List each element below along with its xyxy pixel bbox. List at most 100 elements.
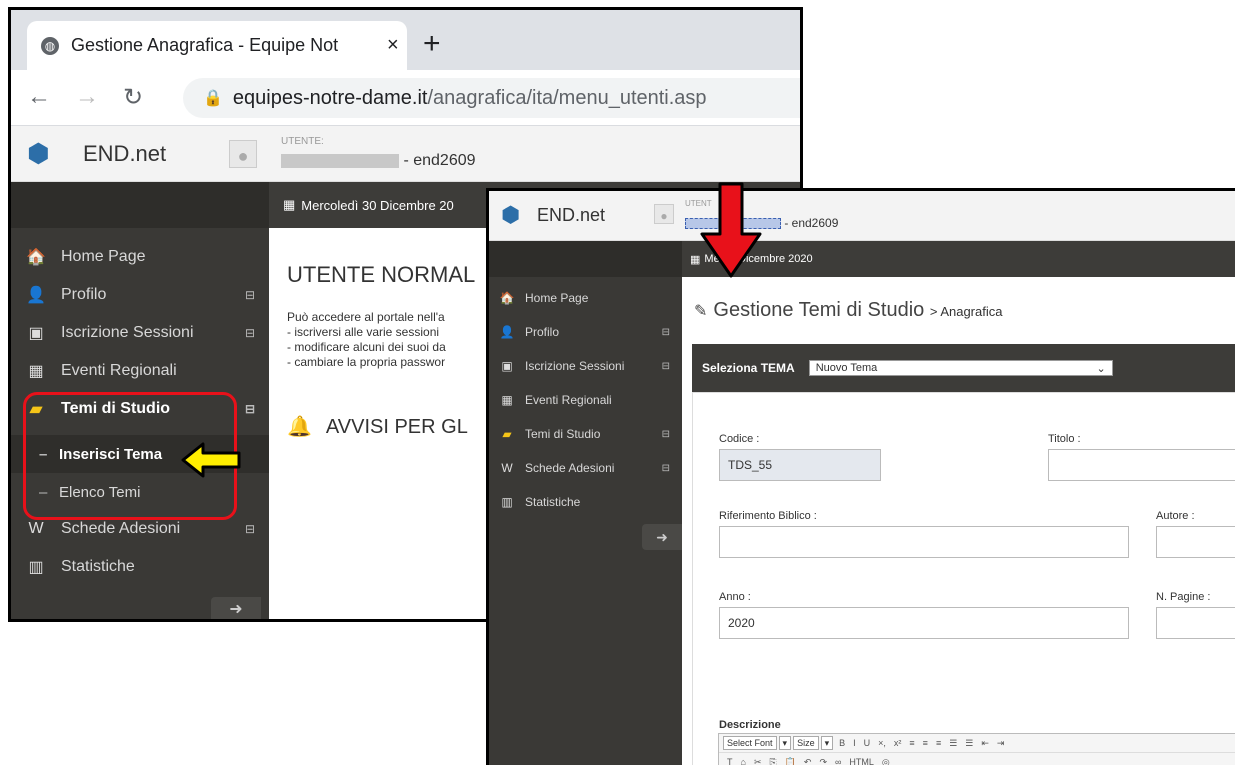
toolbar-button[interactable]: ☰ <box>965 738 973 748</box>
toolbar-row-1: Select Font ▾ Size ▾ B I U ×, x² ≡ ≡ ≡ ☰ ☰ ⇤ ⇥ <box>719 734 1235 753</box>
back-icon[interactable]: ← <box>27 83 51 111</box>
reload-icon[interactable]: ↻ <box>123 83 143 112</box>
toolbar-button[interactable]: ◎ <box>882 757 890 765</box>
word-doc-icon: W <box>28 520 44 537</box>
anno-field[interactable]: 2020 <box>719 607 1129 639</box>
info-paragraph: Può accedere al portale nell'a - iscriver… <box>287 310 446 369</box>
titolo-label: Titolo : <box>1048 433 1081 445</box>
url-text: equipes-notre-dame.it/anagrafica/ita/men… <box>232 86 707 109</box>
expand-icon: ⊟ <box>661 428 670 440</box>
sidebar-item-home-page[interactable]: 🏠 Home Page <box>11 238 269 276</box>
toolbar-button[interactable]: 📋 <box>785 757 796 765</box>
toolbar-button[interactable]: T <box>727 757 733 765</box>
sidebar-item-statistiche[interactable]: ▥ Statistiche <box>489 485 682 519</box>
calendar-icon: ▦ <box>690 253 701 266</box>
calendar-icon: ▦ <box>501 393 513 407</box>
sidebar-item-profilo[interactable]: 👤 Profilo ⊟ <box>489 315 682 349</box>
toolbar-button[interactable]: ⌂ <box>741 757 746 765</box>
sidebar-top <box>11 182 269 228</box>
chevron-down-icon: ⌄ <box>1096 362 1106 375</box>
sidebar-item-eventi-regionali[interactable]: ▦ Eventi Regionali <box>11 352 269 390</box>
toolbar-button[interactable]: ≡ <box>909 738 914 748</box>
toolbar-button[interactable]: ⇤ <box>981 738 989 748</box>
new-tab-button[interactable]: + <box>423 27 441 61</box>
toolbar-button[interactable]: ⎘ <box>769 757 776 765</box>
sidebar-item-profilo[interactable]: 👤 Profilo ⊟ <box>11 276 269 314</box>
toolbar-button[interactable]: B <box>839 738 845 748</box>
autore-field[interactable] <box>1156 526 1235 558</box>
page-heading: UTENTE NORMAL <box>287 262 476 287</box>
chart-icon: ▥ <box>501 495 513 509</box>
toolbar-button[interactable]: ∞ <box>835 757 841 765</box>
expand-icon: ⊟ <box>661 326 670 338</box>
chart-icon: ▥ <box>28 559 44 576</box>
toolbar-button[interactable]: ⇥ <box>997 738 1005 748</box>
toolbar-button[interactable]: ☰ <box>949 738 957 748</box>
globe-icon: ◍ <box>41 36 59 55</box>
brand-name: END.net <box>537 205 606 225</box>
toolbar-button[interactable]: ≡ <box>923 738 928 748</box>
user-name: - end2609 <box>281 152 476 170</box>
collapse-sidebar-icon[interactable]: ➜ <box>211 597 261 619</box>
brand-name: END.net <box>83 141 167 166</box>
bell-icon: 🔔 <box>287 416 312 438</box>
main-content: ▦ Me 30 Dicembre 2020 ✎ Gestione Temi di S… <box>682 241 1235 765</box>
user-label: UTENTE: <box>281 136 324 147</box>
toolbar-button[interactable]: ×, <box>878 738 886 748</box>
red-arrow-icon <box>700 182 762 278</box>
sidebar-item-eventi-regionali[interactable]: ▦ Eventi Regionali <box>489 383 682 417</box>
browser-tab[interactable]: ◍ Gestione Anagrafica - Equipe Not × <box>27 21 407 70</box>
url-input[interactable]: 🔒 equipes-notre-dame.it/anagrafica/ita/m… <box>183 78 800 118</box>
forward-icon[interactable]: → <box>75 83 99 111</box>
anno-label: Anno : <box>719 591 751 603</box>
expand-icon: ⊟ <box>244 522 255 536</box>
app-header: ⬢ END.net ● UTENT - end2609 <box>489 191 1235 241</box>
address-bar-row: ← → ↻ 🔒 equipes-notre-dame.it/anagrafica… <box>11 70 800 126</box>
theme-form: Codice : TDS_55 Titolo : Riferimento Bib… <box>692 392 1235 765</box>
toolbar-button[interactable]: U <box>864 738 871 748</box>
tab-title: Gestione Anagrafica - Equipe Not <box>71 35 339 55</box>
font-select-chevron-icon[interactable]: ▾ <box>778 736 792 750</box>
sidebar-item-home-page[interactable]: 🏠 Home Page <box>489 281 682 315</box>
sidebar-item-iscrizione-sessioni[interactable]: ▣ Iscrizione Sessioni ⊟ <box>489 349 682 383</box>
codice-field[interactable]: TDS_55 <box>719 449 881 481</box>
toolbar-button[interactable]: ✂ <box>754 757 762 765</box>
calendar-icon: ▦ <box>283 197 296 212</box>
edit-buttons: T ⌂ ✂ ⎘ 📋 ↶ ↷ ∞ HTML ◎ <box>723 757 894 765</box>
app-window-front: ⬢ END.net ● UTENT - end2609 🏠 Home Page 👤 P… <box>486 188 1235 765</box>
collapse-sidebar-icon[interactable]: ➜ <box>642 524 682 550</box>
descrizione-label: Descrizione <box>719 719 781 731</box>
size-select-chevron-icon[interactable]: ▾ <box>820 736 834 750</box>
logo-cube-icon: ⬢ <box>501 202 521 227</box>
sidebar-item-temi-di-studio[interactable]: ▰ Temi di Studio ⊟ <box>489 417 682 451</box>
toolbar-row-2: T ⌂ ✂ ⎘ 📋 ↶ ↷ ∞ HTML ◎ <box>719 753 1235 765</box>
sidebar-item-statistiche[interactable]: ▥ Statistiche <box>11 548 269 586</box>
theme-select[interactable]: Nuovo Tema ⌄ <box>808 360 1113 376</box>
user-icon: 👤 <box>26 287 46 304</box>
toolbar-button[interactable]: ≡ <box>936 738 941 748</box>
sidebar-item-iscrizione-sessioni[interactable]: ▣ Iscrizione Sessioni ⊟ <box>11 314 269 352</box>
toolbar-button[interactable]: I <box>853 738 856 748</box>
font-select[interactable]: Select Font <box>723 736 777 750</box>
expand-icon: ⊟ <box>244 288 255 302</box>
app-header: ⬢ END.net ● UTENTE: - end2609 <box>11 126 800 182</box>
riferimento-field[interactable] <box>719 526 1129 558</box>
format-buttons: B I U ×, x² ≡ ≡ ≡ ☰ ☰ ⇤ ⇥ <box>835 738 1008 749</box>
notices-heading: 🔔 AVVISI PER GL <box>287 416 468 438</box>
titolo-field[interactable] <box>1048 449 1235 481</box>
home-icon: 🏠 <box>26 249 46 266</box>
word-doc-icon: W <box>501 461 513 475</box>
pagine-field[interactable] <box>1156 607 1235 639</box>
size-select[interactable]: Size <box>793 736 819 750</box>
sidebar-item-schede-adesioni[interactable]: W Schede Adesioni ⊟ <box>489 451 682 485</box>
toolbar-button[interactable]: x² <box>894 738 902 748</box>
logo-cube-icon: ⬢ <box>27 138 50 168</box>
edit-icon: ✎ <box>694 303 708 320</box>
toolbar-button[interactable]: ↶ <box>804 757 812 765</box>
expand-icon: ⊟ <box>661 360 670 372</box>
toolbar-button[interactable]: ↷ <box>819 757 827 765</box>
avatar: ● <box>229 140 257 168</box>
inbox-icon: ▣ <box>501 359 513 373</box>
toolbar-button[interactable]: HTML <box>849 757 874 765</box>
tab-close-icon[interactable]: × <box>387 34 399 57</box>
